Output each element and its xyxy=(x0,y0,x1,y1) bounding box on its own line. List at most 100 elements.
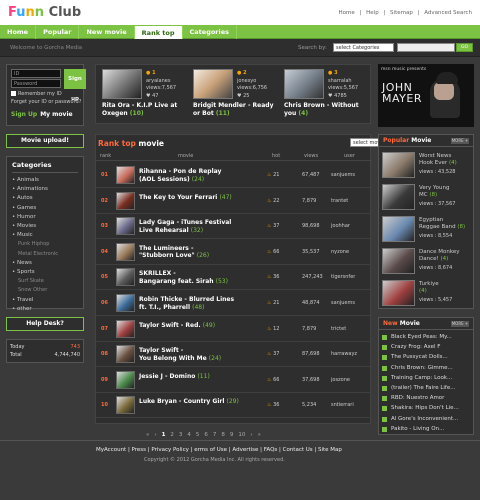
user-link[interactable]: trictet xyxy=(331,326,346,332)
page-link[interactable]: 6 xyxy=(204,432,208,438)
page-link[interactable]: 1 xyxy=(162,432,166,438)
table-row[interactable]: 02 The Key to Your Ferrari (47) ♨ 22 7,879 t… xyxy=(96,189,372,214)
video-thumbnail[interactable] xyxy=(102,69,142,99)
new-movie-item[interactable]: Pakito - Living On... xyxy=(382,425,472,436)
video-thumbnail[interactable] xyxy=(382,248,415,274)
video-thumbnail[interactable] xyxy=(116,191,135,210)
table-row[interactable]: 05 SKRILLEX - Bangarang feat. Sirah (53) ♨ … xyxy=(96,265,372,291)
featured-item[interactable]: ● 3 sharralah views:5,567 ♥ 4785 Chris B… xyxy=(282,68,370,122)
movie-title[interactable]: Robin Thicke - Blurred Lines ft. T.I., Ph… xyxy=(139,296,264,311)
video-thumbnail[interactable] xyxy=(382,280,415,306)
id-field[interactable]: ID xyxy=(11,69,61,78)
signup-button[interactable]: Sign up xyxy=(64,69,86,102)
page-link[interactable]: 5 xyxy=(196,432,200,438)
help-link[interactable]: Help xyxy=(366,10,379,16)
popular-item[interactable]: Turkiye (4) views : 5,457 xyxy=(382,278,472,309)
video-thumbnail[interactable] xyxy=(193,69,233,99)
footer-links[interactable]: MyAccount | Press | Privacy Policy | erm… xyxy=(96,447,342,453)
signup-link[interactable]: Sign Up xyxy=(11,111,37,118)
popular-item[interactable]: Very Young MC (8) views : 37,567 xyxy=(382,182,472,213)
popular-item[interactable]: Dance Monkey Dance! (4) views : 8,674 xyxy=(382,246,472,277)
category-item[interactable]: • Humor xyxy=(12,213,78,222)
category-item[interactable]: Snow Other xyxy=(12,286,78,295)
tab-home[interactable]: Home xyxy=(0,25,37,39)
page-link[interactable]: 7 xyxy=(213,432,217,438)
more-button[interactable]: MORE + xyxy=(451,138,469,144)
video-thumbnail[interactable] xyxy=(116,217,135,236)
page-link[interactable]: 3 xyxy=(179,432,183,438)
video-thumbnail[interactable] xyxy=(116,268,135,287)
video-thumbnail[interactable] xyxy=(116,396,135,415)
search-category-select[interactable]: select Categories xyxy=(333,43,394,52)
video-thumbnail[interactable] xyxy=(116,345,135,364)
ad-banner[interactable]: msn music presents JOHN MAYER xyxy=(378,64,474,127)
featured-item[interactable]: ● 1 aryalanes views:7,567 ♥ 47 Rita Ora … xyxy=(100,68,188,122)
search-button[interactable]: GO xyxy=(456,43,473,52)
user-link[interactable]: joszone xyxy=(331,377,350,383)
user-link[interactable]: harrawayz xyxy=(331,351,357,357)
password-field[interactable]: Password xyxy=(11,79,61,88)
tab-categories[interactable]: Categories xyxy=(183,25,238,39)
video-thumbnail[interactable] xyxy=(382,152,415,178)
remember-checkbox[interactable]: Remember my ID xyxy=(11,91,62,97)
tab-rank-top[interactable]: Rank top xyxy=(134,26,183,39)
video-thumbnail[interactable] xyxy=(382,184,415,210)
table-row[interactable]: 08 Taylor Swift - You Belong With Me (24) ♨… xyxy=(96,342,372,368)
movie-title[interactable]: Taylor Swift - You Belong With Me (24) xyxy=(139,347,264,362)
movie-title[interactable]: The Lumineers - "Stubborn Love" (26) xyxy=(139,245,264,260)
user-link[interactable]: trantet xyxy=(331,198,348,204)
movie-title[interactable]: Jessie J - Domino (11) xyxy=(139,373,264,381)
featured-item[interactable]: ● 2 jonesyo views:6,756 ♥ 25 Bridgit Men… xyxy=(191,68,279,122)
page-link[interactable]: 4 xyxy=(187,432,191,438)
popular-item[interactable]: Egyptian Reggae Band (8) views : 8,554 xyxy=(382,214,472,245)
user-link[interactable]: sanjuems xyxy=(331,172,355,178)
video-thumbnail[interactable] xyxy=(284,69,324,99)
category-item[interactable]: • Games xyxy=(12,204,78,213)
forgot-link[interactable]: Forget your ID or password? xyxy=(11,99,81,105)
movie-title[interactable]: SKRILLEX - Bangarang feat. Sirah (53) xyxy=(139,270,264,285)
movie-title[interactable]: Rihanna - Pon de Replay (AOL Sessions) (2… xyxy=(139,168,264,183)
video-thumbnail[interactable] xyxy=(116,370,135,389)
video-thumbnail[interactable] xyxy=(116,319,135,338)
category-item[interactable]: • other xyxy=(12,305,78,314)
page-link[interactable]: » xyxy=(258,432,261,438)
page-link[interactable]: « xyxy=(146,432,149,438)
table-row[interactable]: 10 Luke Bryan - Country Girl (29) ♨ 36 5,23… xyxy=(96,393,372,419)
category-item[interactable]: • Animals xyxy=(12,176,78,185)
category-item[interactable]: Punk Hiphop xyxy=(12,240,78,249)
page-link[interactable]: 9 xyxy=(230,432,234,438)
page-link[interactable]: ‹ xyxy=(154,432,156,438)
search-input[interactable] xyxy=(397,43,455,52)
user-link[interactable]: nyzone xyxy=(331,249,349,255)
category-item[interactable]: • Sports xyxy=(12,268,78,277)
category-item[interactable]: • Music xyxy=(12,231,78,240)
popular-item[interactable]: Worst News Hook Ever (4) views : 43,528 xyxy=(382,150,472,181)
more-button[interactable]: MORE + xyxy=(451,321,469,327)
movie-title[interactable]: Lady Gaga - iTunes Festival Live Rehearsa… xyxy=(139,219,264,234)
user-link[interactable]: tigersnfer xyxy=(331,274,355,280)
page-link[interactable]: 8 xyxy=(221,432,225,438)
table-row[interactable]: 01 Rihanna - Pon de Replay (AOL Sessions) … xyxy=(96,163,372,188)
category-item[interactable]: • Movies xyxy=(12,222,78,231)
category-item[interactable]: • Animations xyxy=(12,185,78,194)
movie-title[interactable]: Taylor Swift - Red. (49) xyxy=(139,322,264,330)
video-thumbnail[interactable] xyxy=(116,242,135,261)
category-item[interactable]: • News xyxy=(12,259,78,268)
category-item[interactable]: Surf Skate xyxy=(12,277,78,286)
site-logo[interactable]: Funn Club xyxy=(8,5,81,20)
advanced-search-link[interactable]: Advanced Search xyxy=(424,10,472,16)
tab-new-movie[interactable]: New movie xyxy=(79,25,135,39)
table-row[interactable]: 07 Taylor Swift - Red. (49) ♨ 12 7,879 trict… xyxy=(96,317,372,342)
table-row[interactable]: 06 Robin Thicke - Blurred Lines ft. T.I., … xyxy=(96,291,372,316)
movie-title[interactable]: The Key to Your Ferrari (47) xyxy=(139,194,264,202)
table-row[interactable]: 04 The Lumineers - "Stubborn Love" (26) ♨ 6… xyxy=(96,240,372,265)
page-link[interactable]: 2 xyxy=(170,432,174,438)
category-item[interactable]: • Autos xyxy=(12,194,78,203)
user-link[interactable]: sntierrari xyxy=(331,402,354,408)
user-link[interactable]: sanjuems xyxy=(331,300,355,306)
page-link[interactable]: 10 xyxy=(238,432,245,438)
video-thumbnail[interactable] xyxy=(116,294,135,312)
table-row[interactable]: 09 Jessie J - Domino (11) ♨ 66 37,698 joszon… xyxy=(96,368,372,393)
video-thumbnail[interactable] xyxy=(116,166,135,184)
category-item[interactable]: • Travel xyxy=(12,296,78,305)
